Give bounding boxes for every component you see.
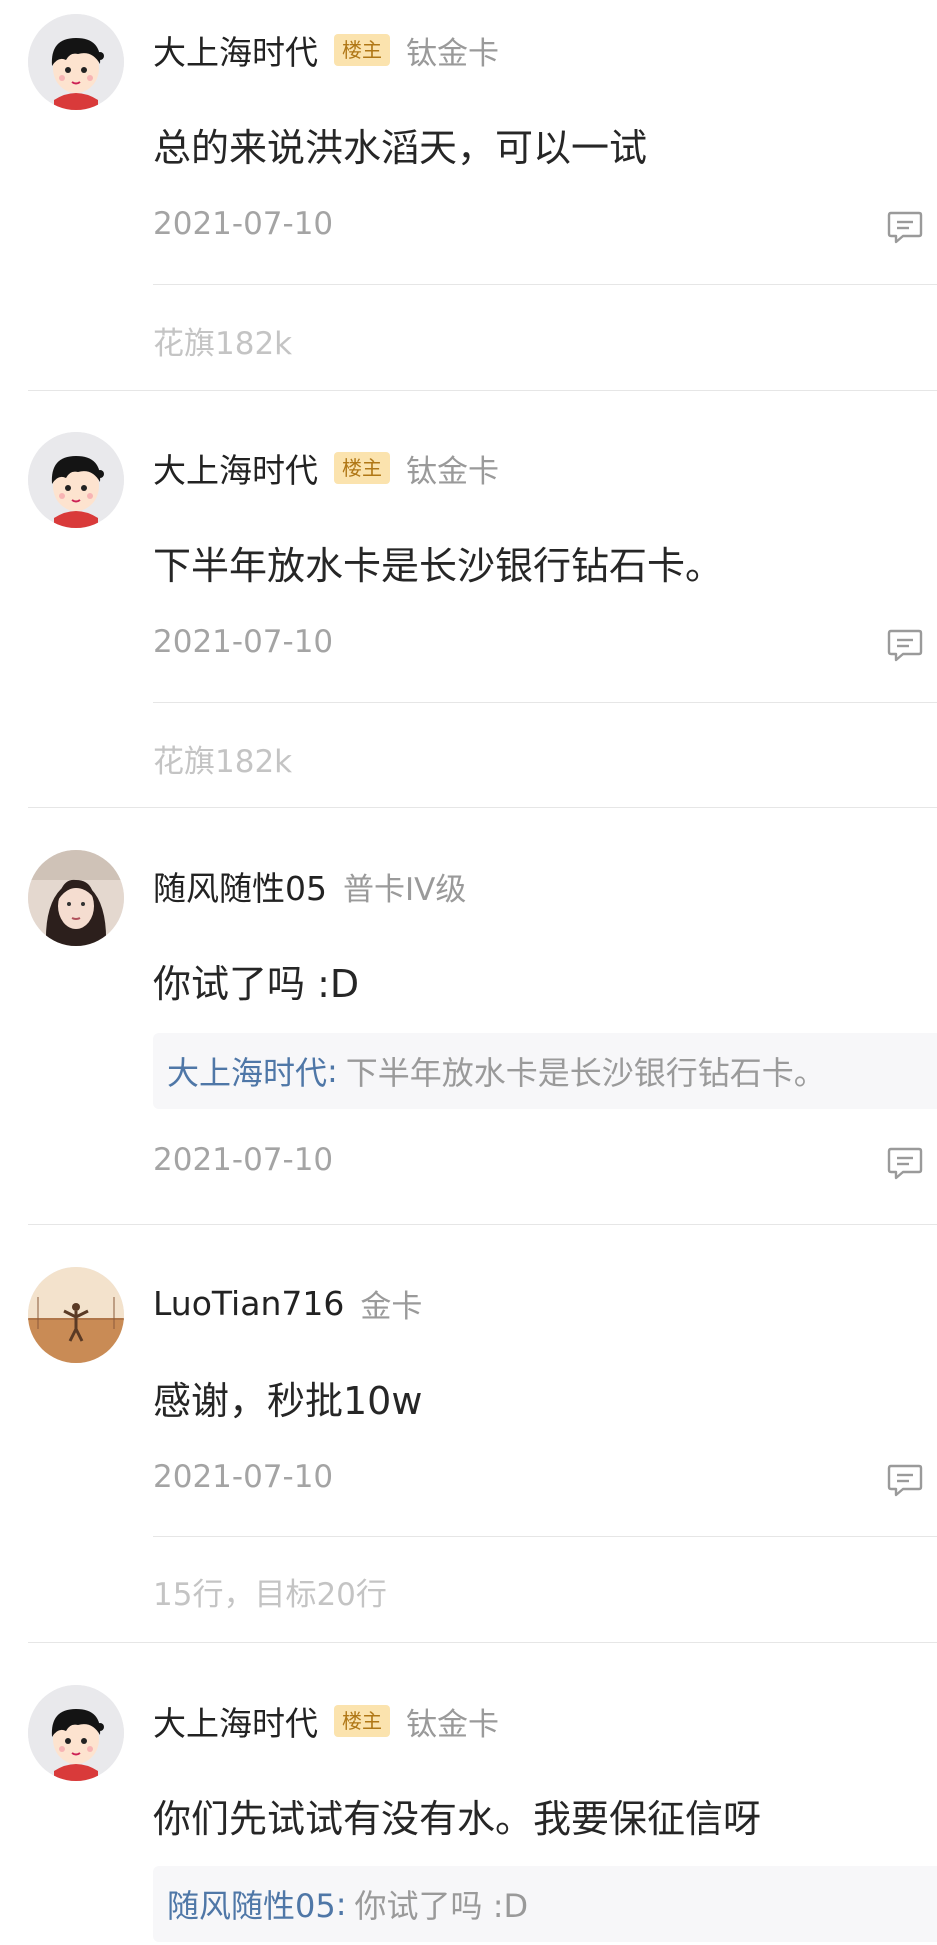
post-item: 大上海时代 楼主 钛金卡 你们先试试有没有水。我要保征信呀 随风随性05 : 你…	[0, 1671, 937, 1945]
post-date: 2021-07-10	[153, 1142, 334, 1178]
user-photo-icon	[28, 1267, 124, 1363]
comment-icon[interactable]	[887, 1463, 923, 1497]
quote-colon: :	[335, 1885, 347, 1923]
quote-text: 下半年放水卡是长沙银行钻石卡。	[345, 1054, 826, 1092]
avatar[interactable]	[28, 1685, 124, 1781]
post-date: 2021-07-10	[153, 1459, 334, 1495]
username[interactable]: LuoTian716	[153, 1284, 344, 1323]
quote-colon: :	[327, 1052, 338, 1090]
quote-author[interactable]: 随风随性05	[167, 1881, 336, 1927]
card-level: 钛金卡	[406, 35, 499, 72]
post-item: 大上海时代 楼主 钛金卡 总的来说洪水滔天，可以一试 2021-07-10 花旗…	[0, 0, 937, 391]
signature-divider	[153, 284, 937, 285]
post-item: 随风随性05 普卡IV级 你试了吗 :D 大上海时代 : 下半年放水卡是长沙银行…	[0, 836, 937, 1225]
post-divider	[28, 1642, 937, 1643]
user-signature: 15行，目标20行	[153, 1577, 387, 1613]
avatar[interactable]	[28, 850, 124, 946]
host-badge: 楼主	[334, 34, 390, 66]
signature-divider	[153, 702, 937, 703]
post-date: 2021-07-10	[153, 206, 334, 242]
comment-icon[interactable]	[887, 628, 923, 662]
card-level: 钛金卡	[406, 453, 499, 490]
post-content: 下半年放水卡是长沙银行钻石卡。	[153, 544, 724, 588]
username[interactable]: 大上海时代	[153, 444, 318, 492]
post-item: LuoTian716 金卡 感谢，秒批10w 2021-07-10 15行，目标…	[0, 1253, 937, 1643]
post-content: 你试了吗 :D	[153, 962, 360, 1006]
username[interactable]: 随风随性05	[153, 862, 327, 910]
avatar[interactable]	[28, 1267, 124, 1363]
card-level: 钛金卡	[406, 1706, 499, 1743]
host-badge: 楼主	[334, 1705, 390, 1737]
comment-icon[interactable]	[887, 1146, 923, 1180]
post-divider	[28, 1224, 937, 1225]
signature-divider	[153, 1536, 937, 1537]
comment-icon[interactable]	[887, 210, 923, 244]
quoted-reply[interactable]: 随风随性05 : 你试了吗 :D	[153, 1866, 937, 1942]
user-signature: 花旗182k	[153, 744, 293, 780]
user-signature: 花旗182k	[153, 326, 293, 362]
avatar[interactable]	[28, 432, 124, 528]
user-photo-icon	[28, 850, 124, 946]
card-level: 金卡	[360, 1288, 423, 1325]
cartoon-avatar-icon	[28, 1685, 124, 1781]
quote-author[interactable]: 大上海时代	[167, 1048, 327, 1094]
username[interactable]: 大上海时代	[153, 26, 318, 74]
post-divider	[28, 390, 937, 391]
post-content: 你们先试试有没有水。我要保征信呀	[153, 1797, 762, 1841]
post-item: 大上海时代 楼主 钛金卡 下半年放水卡是长沙银行钻石卡。 2021-07-10 …	[0, 418, 937, 808]
post-content: 感谢，秒批10w	[153, 1379, 423, 1423]
post-date: 2021-07-10	[153, 624, 334, 660]
avatar[interactable]	[28, 14, 124, 110]
post-content: 总的来说洪水滔天，可以一试	[153, 126, 648, 170]
quote-text: 你试了吗 :D	[354, 1887, 529, 1925]
cartoon-avatar-icon	[28, 432, 124, 528]
card-level: 普卡IV级	[343, 871, 467, 908]
cartoon-avatar-icon	[28, 14, 124, 110]
post-divider	[28, 807, 937, 808]
host-badge: 楼主	[334, 452, 390, 484]
username[interactable]: 大上海时代	[153, 1697, 318, 1745]
quoted-reply[interactable]: 大上海时代 : 下半年放水卡是长沙银行钻石卡。	[153, 1033, 937, 1109]
